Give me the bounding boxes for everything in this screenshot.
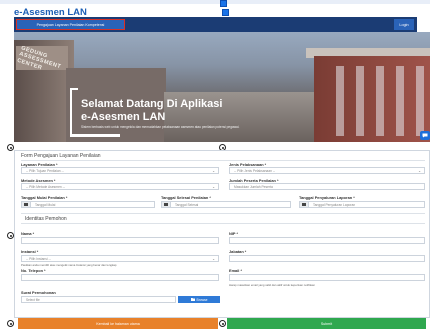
telepon-label: No. Telepon * — [21, 268, 46, 273]
form-actions: Kembali ke halaman utama Submit — [14, 318, 430, 329]
jenis-select-value: -- Pilih Jenis Pelaksanaan -- — [234, 168, 276, 173]
form-title: Form Pengajuan Layanan Penilaian — [21, 153, 101, 159]
hero-title-line1: Selamat Datang Di Aplikasi — [81, 98, 223, 110]
chat-button[interactable] — [420, 131, 430, 140]
chevron-down-icon: ⌄ — [418, 169, 421, 173]
hero-frame-accent-bottom — [70, 134, 120, 137]
tgl-selesai-placeholder: Tanggal Selesai — [171, 201, 291, 208]
instansi-note: Pastikan anda memilih atau mengetik nama… — [21, 263, 117, 267]
back-home-button[interactable]: Kembali ke halaman utama — [18, 318, 218, 329]
jumlah-input-placeholder: Masukkan Jumlah Peserta — [234, 184, 273, 189]
browse-button[interactable]: Browse — [178, 296, 220, 303]
identitas-divider — [21, 223, 425, 224]
submit-button[interactable]: Submit — [227, 318, 426, 329]
metode-select-value: -- Pilih Metode Asesmen -- — [26, 184, 65, 189]
calendar-icon — [299, 201, 309, 208]
corner-marker-top-left — [7, 144, 14, 151]
tgl-penyaluran-label: Tanggal Penyaluran Laporan * — [299, 195, 355, 200]
chevron-down-icon: ⌄ — [212, 169, 215, 173]
tgl-penyaluran-placeholder: Tanggal Penyaluran Laporan — [309, 201, 425, 208]
login-button[interactable]: Login — [394, 19, 414, 30]
layanan-select[interactable]: -- Pilih Tujuan Penilaian -- ⌄ — [21, 167, 219, 174]
hero-subtitle: Sistem berbasis web untuk mengelola dan … — [81, 125, 240, 129]
form-title-divider — [21, 160, 425, 161]
surat-label: Surat Permohonan — [21, 290, 56, 295]
top-strip — [0, 0, 430, 4]
hero-title-line2: e-Asesmen LAN — [81, 111, 166, 123]
instansi-select[interactable]: -- Pilih Instansi -- ⌄ — [21, 255, 219, 262]
email-note: Harap masukkan email yang valid dan akti… — [229, 283, 315, 287]
nama-label: Nama * — [21, 231, 35, 236]
jabatan-label: Jabatan * — [229, 249, 247, 254]
tgl-mulai-label: Tanggal Mulai Penilaian * — [21, 195, 68, 200]
nav-request-button[interactable]: Pengajuan Layanan Penilaian Kompetensi — [16, 19, 125, 30]
calendar-icon — [21, 201, 31, 208]
instansi-select-value: -- Pilih Instansi -- — [26, 256, 51, 261]
tgl-mulai-placeholder: Tanggal Mulai — [31, 201, 155, 208]
layanan-select-value: -- Pilih Tujuan Penilaian -- — [26, 168, 64, 173]
metode-select[interactable]: -- Pilih Metode Asesmen -- ⌄ — [21, 183, 219, 190]
nama-input[interactable] — [21, 237, 219, 244]
tgl-mulai-field[interactable]: Tanggal Mulai — [21, 201, 155, 208]
browse-button-label: Browse — [196, 297, 208, 302]
jenis-select[interactable]: -- Pilih Jenis Pelaksanaan -- ⌄ — [229, 167, 425, 174]
file-input[interactable]: Select file — [21, 296, 176, 303]
chevron-down-icon: ⌄ — [212, 185, 215, 189]
tgl-penyaluran-field[interactable]: Tanggal Penyaluran Laporan — [299, 201, 425, 208]
tgl-selesai-field[interactable]: Tanggal Selesai — [161, 201, 291, 208]
request-form: Form Pengajuan Layanan Penilaian Layanan… — [14, 150, 430, 318]
back-home-button-label: Kembali ke halaman utama — [96, 321, 140, 326]
hero-building-windows — [324, 66, 424, 136]
window-marker-header — [222, 9, 229, 16]
hero-title: Selamat Datang Di Aplikasi e-Asesmen LAN — [81, 98, 222, 124]
corner-marker-mid-left — [7, 232, 14, 239]
corner-marker-bottom-left — [7, 320, 14, 327]
submit-button-label: Submit — [320, 321, 333, 326]
nip-input[interactable] — [229, 237, 425, 244]
nav-bar: Pengajuan Layanan Penilaian Kompetensi L… — [14, 17, 417, 32]
chevron-down-icon: ⌄ — [212, 257, 215, 261]
section-divider — [21, 213, 425, 214]
hero-frame-accent — [70, 88, 78, 136]
window-marker-top — [220, 0, 227, 7]
identitas-title: Identitas Pemohon — [25, 216, 67, 222]
email-input[interactable] — [229, 274, 425, 281]
chat-icon — [422, 133, 428, 138]
hero-banner: GEDUNG ASSESSMENT CENTER Selamat Datang … — [14, 32, 430, 142]
folder-icon — [190, 298, 195, 301]
telepon-input[interactable] — [21, 274, 219, 281]
nip-label: NIP * — [229, 231, 239, 236]
calendar-icon — [161, 201, 171, 208]
jabatan-input[interactable] — [229, 255, 425, 262]
tgl-selesai-label: Tanggal Selesai Penilaian * — [161, 195, 211, 200]
email-label: Email * — [229, 268, 242, 273]
file-input-placeholder: Select file — [26, 297, 40, 302]
instansi-label: Instansi * — [21, 249, 39, 254]
jumlah-input[interactable]: Masukkan Jumlah Peserta — [229, 183, 425, 190]
